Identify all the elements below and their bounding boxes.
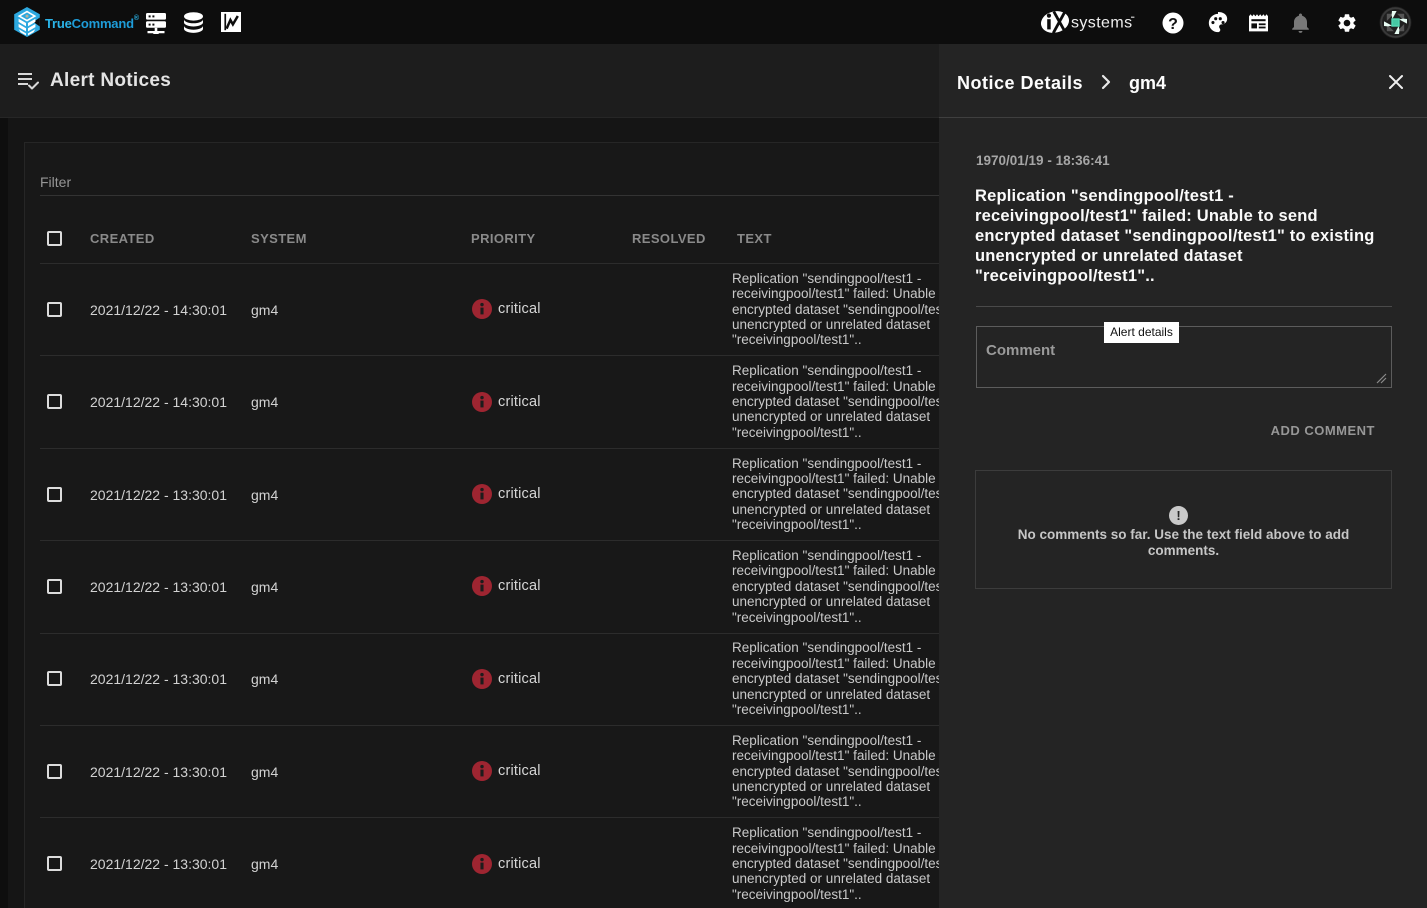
svg-text:?: ? (1168, 16, 1178, 33)
svg-text:systems: systems (1071, 15, 1132, 32)
